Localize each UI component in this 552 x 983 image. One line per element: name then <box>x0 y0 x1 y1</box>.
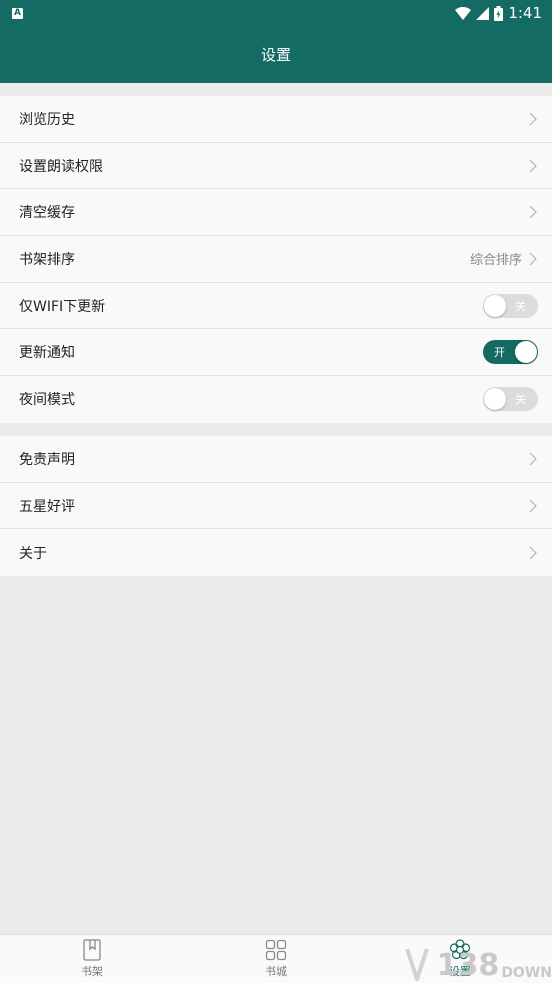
row-label: 仅WIFI下更新 <box>19 298 106 315</box>
settings-group-main: 浏览历史 设置朗读权限 清空缓存 书架排序 综合排序 仅WIFI下更新 关 更新… <box>0 96 552 423</box>
status-bar: A 1:41 <box>0 0 552 26</box>
toggle-knob <box>484 294 506 317</box>
status-right: 1:41 <box>455 4 542 22</box>
night-mode-toggle[interactable]: 关 <box>483 387 538 412</box>
row-label: 书架排序 <box>19 251 75 268</box>
app-bar: 设置 <box>0 26 552 83</box>
signal-icon <box>476 6 490 20</box>
row-night-mode: 夜间模式 关 <box>0 376 552 423</box>
row-wifi-only-update: 仅WIFI下更新 关 <box>0 283 552 330</box>
row-five-star-rating[interactable]: 五星好评 <box>0 483 552 530</box>
toggle-label: 关 <box>515 299 526 313</box>
wifi-icon <box>455 6 472 20</box>
row-label: 设置朗读权限 <box>19 158 103 175</box>
row-browse-history[interactable]: 浏览历史 <box>0 96 552 143</box>
toggle-label: 开 <box>494 346 505 360</box>
row-label: 清空缓存 <box>19 205 75 222</box>
chevron-right-icon <box>529 452 537 466</box>
row-disclaimer[interactable]: 免责声明 <box>0 436 552 483</box>
row-label: 五星好评 <box>19 498 75 515</box>
tab-label: 书城 <box>265 965 287 978</box>
row-label: 更新通知 <box>19 345 75 362</box>
tab-bookshelf[interactable]: 书架 <box>0 935 184 983</box>
chevron-right-icon <box>529 499 537 512</box>
tab-bookstore[interactable]: 书城 <box>184 935 368 983</box>
grid-icon <box>265 939 287 961</box>
watermark-number: 138 <box>436 948 500 983</box>
notification-icon: A <box>12 7 23 19</box>
chevron-right-icon <box>529 159 537 172</box>
chevron-right-icon <box>529 112 537 126</box>
status-time: 1:41 <box>508 4 542 22</box>
row-about[interactable]: 关于 <box>0 529 552 576</box>
row-label: 免责声明 <box>19 451 75 468</box>
row-read-permission[interactable]: 设置朗读权限 <box>0 143 552 190</box>
row-update-notify: 更新通知 开 <box>0 329 552 377</box>
wifi-only-toggle[interactable]: 关 <box>483 293 538 318</box>
row-label: 夜间模式 <box>19 392 75 409</box>
settings-group-about: 免责声明 五星好评 关于 <box>0 436 552 577</box>
shelf-sort-value: 综合排序 <box>469 253 522 269</box>
bookshelf-icon <box>83 939 101 961</box>
toggle-knob <box>484 388 506 411</box>
update-notify-toggle[interactable]: 开 <box>483 340 538 365</box>
row-clear-cache[interactable]: 清空缓存 <box>0 189 552 237</box>
tab-label: 书架 <box>81 965 103 978</box>
watermark-v-icon <box>404 948 429 981</box>
toggle-label: 关 <box>515 393 526 407</box>
row-label: 关于 <box>19 545 47 562</box>
watermark-logo: 138 DOWN <box>404 947 552 983</box>
battery-icon <box>494 5 504 21</box>
chevron-right-icon <box>529 546 537 560</box>
page-title: 设置 <box>260 46 291 64</box>
toggle-knob <box>515 341 537 364</box>
watermark-text: DOWN <box>501 965 552 981</box>
row-shelf-sort[interactable]: 书架排序 综合排序 <box>0 236 552 283</box>
chevron-right-icon <box>529 252 537 266</box>
row-label: 浏览历史 <box>19 111 75 128</box>
chevron-right-icon <box>529 205 537 219</box>
